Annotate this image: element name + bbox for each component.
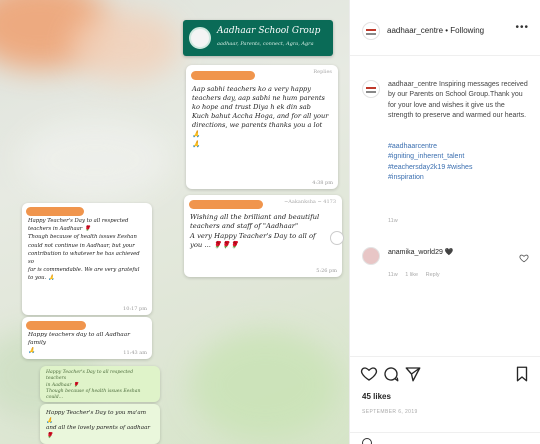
action-bar (350, 356, 540, 386)
blur-blob (190, 330, 340, 440)
add-comment-row[interactable] (350, 432, 540, 444)
comment-reply-link[interactable]: Reply (426, 272, 440, 278)
post-date: SEPTEMBER 6, 2019 (362, 409, 418, 415)
message-time: 5:26 pm (316, 268, 337, 274)
chat-message: Happy teachers day to all Aadhaar family… (22, 317, 152, 359)
bookmark-icon[interactable] (513, 365, 531, 383)
group-title: Aadhaar School Group (217, 26, 321, 36)
group-avatar (189, 27, 211, 49)
emoji-icon[interactable] (362, 438, 372, 444)
comment-meta: 11w 1 like Reply (388, 272, 446, 278)
group-subtitle: aadhaar, Parents, connect, Agra, Agra (217, 41, 314, 47)
redacted-name (26, 207, 84, 216)
group-header: Aadhaar School Group aadhaar, Parents, c… (183, 20, 333, 56)
message-text: Happy Teacher's Day to all respected tea… (46, 370, 141, 401)
blur-blob (70, 10, 180, 80)
blur-blob (20, 120, 170, 200)
caption-avatar[interactable] (362, 80, 380, 98)
chat-message: ~Aakanksha ~ 4173 Wishing all the brilli… (184, 195, 342, 277)
logo-mark (366, 87, 376, 89)
message-meta: Replies (313, 69, 332, 75)
redacted-name (189, 200, 263, 209)
commenter-avatar[interactable] (362, 247, 380, 265)
comment-header: anamika_world29 🖤 (388, 248, 454, 256)
post-image[interactable]: Aadhaar School Group aadhaar, Parents, c… (0, 0, 349, 444)
chat-message: Happy Teacher's Day to you ma'am 🙏 and a… (40, 404, 160, 444)
comment-icon[interactable] (382, 365, 400, 383)
redacted-name (191, 71, 255, 80)
post-sidebar: aadhaar_centre • Following ••• aadhaar_c… (349, 0, 540, 444)
chat-message: Happy Teacher's Day to all respected tea… (40, 366, 160, 402)
more-icon[interactable]: ••• (515, 22, 529, 33)
comment-item: anamika_world29 🖤 11w 1 like Reply (358, 243, 533, 283)
profile-header-line: aadhaar_centre • Following (387, 26, 484, 35)
chat-message: Replies Aap sabhi teachers ko a very hap… (186, 65, 338, 189)
commenter-username-link[interactable]: anamika_world29 (388, 249, 443, 256)
message-meta: ~Aakanksha ~ 4173 (284, 199, 336, 205)
comment-heart-icon[interactable] (519, 253, 529, 263)
message-text: Aap sabhi teachers ko a very happy teach… (192, 85, 329, 148)
comment-time: 11w (388, 272, 398, 278)
caption-hashtags[interactable]: #aadhaarcentre #igniting_inherent_talent… (388, 142, 528, 184)
message-text: Wishing all the brilliant and beautiful … (190, 213, 320, 250)
likes-count[interactable]: 45 likes (362, 392, 391, 401)
profile-avatar[interactable] (362, 22, 380, 40)
following-button[interactable]: Following (450, 26, 484, 35)
scroll-arrow-icon[interactable] (330, 231, 344, 245)
caption-time: 11w (388, 218, 398, 224)
message-time: 11:43 am (123, 350, 147, 356)
message-text: Happy Teacher's Day to you ma'am 🙏 and a… (46, 410, 151, 440)
message-time: 4:38 pm (312, 180, 333, 186)
heart-icon[interactable] (360, 365, 378, 383)
logo-mark (366, 91, 376, 93)
message-text: Happy Teacher's Day to all respected tea… (28, 218, 140, 282)
comment-likes-link[interactable]: 1 like (405, 272, 418, 278)
caption-username-link[interactable]: aadhaar_centre (388, 81, 437, 88)
logo-mark (366, 33, 376, 35)
share-icon[interactable] (404, 365, 422, 383)
heart-emoji: 🖤 (444, 249, 454, 256)
post-header: aadhaar_centre • Following ••• (350, 0, 540, 56)
redacted-name (26, 321, 86, 330)
chat-message: Happy Teacher's Day to all respected tea… (22, 203, 152, 315)
profile-username-link[interactable]: aadhaar_centre (387, 26, 443, 35)
logo-mark (366, 29, 376, 31)
message-time: 10:17 pm (123, 306, 147, 312)
caption-text: aadhaar_centre Inspiring messages receiv… (388, 80, 528, 122)
